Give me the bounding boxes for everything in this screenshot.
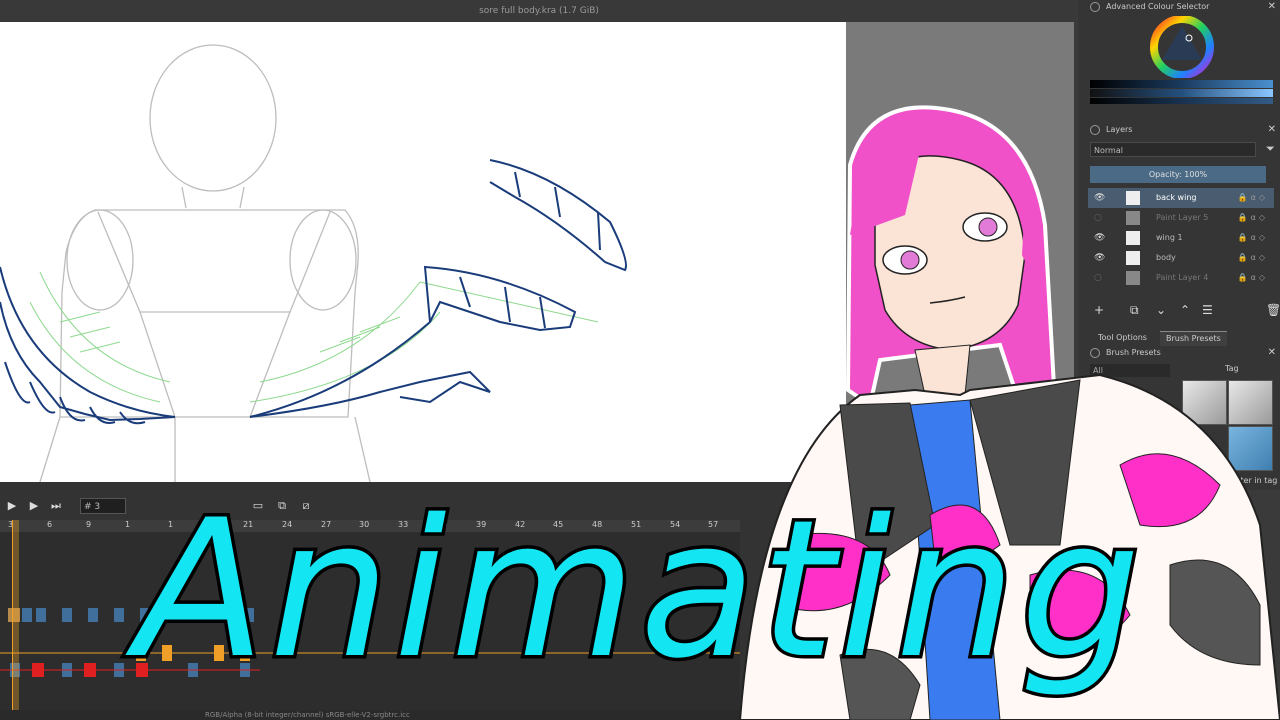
window-title: sore full body.kra (1.7 GiB)	[0, 0, 1078, 22]
ruler-tick: 42	[515, 520, 526, 529]
colour-wheel[interactable]	[1147, 16, 1217, 78]
ruler-tick: 36	[437, 520, 448, 529]
hue-slider[interactable]	[1090, 80, 1273, 88]
ruler-tick: 45	[553, 520, 564, 529]
character-illustration	[738, 105, 1280, 720]
play-icon[interactable]: ▶	[4, 498, 20, 514]
ruler-tick: 27	[321, 520, 332, 529]
timeline-toolbar: ▶ ▶ ⏭ # 3 ▭ ⧉ ⧄	[0, 492, 740, 520]
play-forward-icon[interactable]: ▶	[26, 498, 42, 514]
ruler-tick: 1	[203, 520, 209, 529]
skip-end-icon[interactable]: ⏭	[48, 498, 64, 514]
close-icon[interactable]: ✕	[1268, 0, 1276, 14]
ruler-tick: 9	[86, 520, 92, 529]
value-slider[interactable]	[1090, 98, 1273, 104]
saturation-slider[interactable]	[1090, 89, 1273, 97]
pin-icon[interactable]: ⧄	[298, 498, 314, 514]
onion-skin-icon[interactable]: ▭	[250, 498, 266, 514]
current-frame-field[interactable]: # 3	[80, 498, 126, 514]
ruler-tick: 54	[670, 520, 681, 529]
ruler-tick: 39	[476, 520, 487, 529]
ruler-tick: 33	[398, 520, 409, 529]
copy-frame-icon[interactable]: ⧉	[274, 498, 290, 514]
ruler-tick: 30	[359, 520, 370, 529]
ruler-tick: 21	[243, 520, 254, 529]
ruler-tick: 1	[168, 520, 174, 529]
ruler-tick: 1	[125, 520, 131, 529]
colour-selector-icon	[1090, 2, 1100, 12]
keyframe-grid	[0, 608, 740, 677]
colour-selector-title: Advanced Colour Selector	[1106, 2, 1210, 11]
ruler-tick: 6	[47, 520, 53, 529]
playhead[interactable]	[12, 520, 19, 710]
ruler-tick: 48	[592, 520, 603, 529]
frame-ruler[interactable]: 3 6 9 1 1 1 21 24 27 30 33 36 39 42 45 4…	[0, 520, 740, 532]
colour-selector-header: Advanced Colour Selector ✕	[1088, 0, 1276, 14]
ruler-tick: 51	[631, 520, 642, 529]
ruler-tick: 24	[282, 520, 293, 529]
